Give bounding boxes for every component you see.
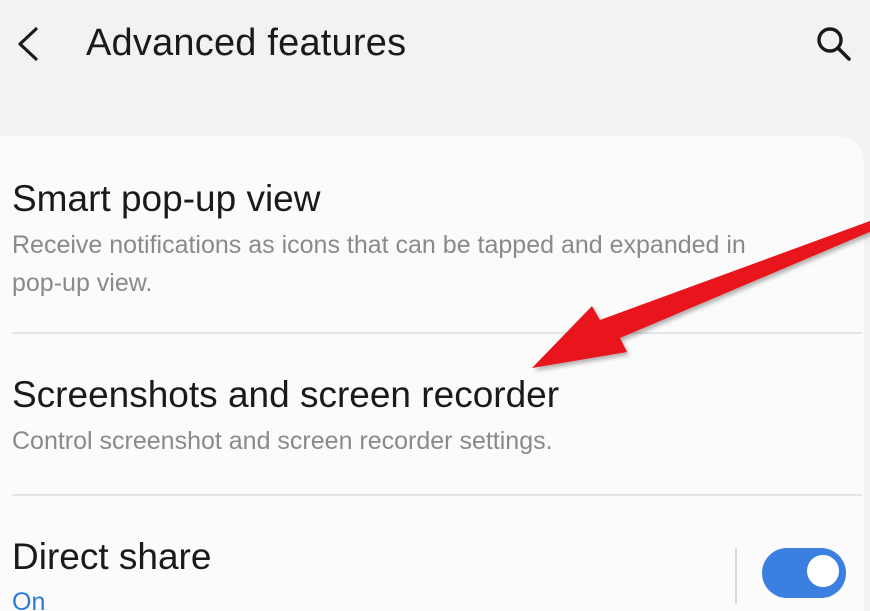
setting-item-screenshots-and-screen-recorder[interactable]: Screenshots and screen recorder Control …	[0, 334, 864, 494]
setting-description: Receive notifications as icons that can …	[12, 231, 746, 297]
setting-title: Direct share	[12, 536, 212, 577]
settings-screen: Advanced features Smart pop-up view Rece…	[0, 0, 870, 611]
setting-title: Smart pop-up view	[12, 178, 321, 219]
direct-share-toggle[interactable]	[762, 548, 846, 598]
setting-title: Screenshots and screen recorder	[12, 374, 560, 415]
toggle-knob	[805, 553, 841, 589]
setting-description: Control screenshot and screen recorder s…	[12, 427, 553, 455]
app-bar: Advanced features	[0, 0, 870, 90]
vertical-divider	[735, 548, 737, 604]
setting-status: On	[12, 588, 46, 611]
search-button[interactable]	[812, 24, 856, 64]
back-button[interactable]	[10, 24, 46, 64]
chevron-left-icon	[18, 27, 38, 61]
page-title: Advanced features	[86, 22, 407, 64]
setting-item-smart-popup-view[interactable]: Smart pop-up view Receive notifications …	[0, 150, 864, 330]
search-icon	[817, 27, 851, 61]
